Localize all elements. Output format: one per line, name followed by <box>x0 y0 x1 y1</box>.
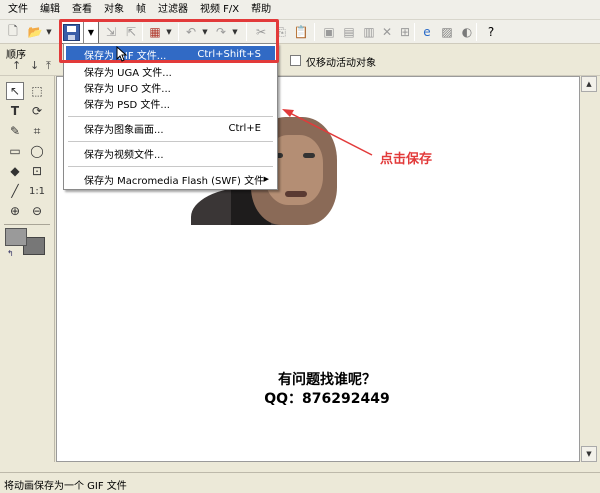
menu-divider <box>68 116 273 117</box>
color-palette-icon[interactable]: ▦ <box>146 23 164 41</box>
app-window: 文件 编辑 查看 对象 帧 过滤器 视频 F/X 帮助 🗋 📂 ▼ ⇲ ⇱ ▦ … <box>0 0 600 493</box>
vertical-scrollbar[interactable]: ▲ ▼ <box>580 76 598 462</box>
menu-object[interactable]: 对象 <box>98 1 130 19</box>
menu-divider <box>68 141 273 142</box>
menu-view[interactable]: 查看 <box>66 1 98 19</box>
menu-item-save-gif[interactable]: 保存为 GIF 文件... Ctrl+Shift+S <box>66 46 275 62</box>
menu-item-shortcut: Ctrl+E <box>228 122 262 134</box>
save-disk-icon[interactable] <box>63 24 80 41</box>
eraser-icon[interactable]: ▭ <box>6 142 24 160</box>
chevron-down-icon[interactable]: ▼ <box>200 23 210 41</box>
menu-item-save-swf[interactable]: 保存为 Macromedia Flash (SWF) 文件 ▶ <box>66 171 275 187</box>
mouse-cursor-icon <box>116 46 128 62</box>
scroll-up-icon[interactable]: ▲ <box>581 76 597 92</box>
frame-icon[interactable]: ▣ <box>320 23 338 41</box>
toolbar-divider <box>314 23 315 41</box>
menu-divider <box>68 166 273 167</box>
wizard-icon[interactable]: ◐ <box>458 23 476 41</box>
zoom-in-icon[interactable]: ⊕ <box>6 202 24 220</box>
rotate-icon[interactable]: ⟳ <box>28 102 46 120</box>
arrow-top-icon[interactable]: ⤒ <box>46 59 51 73</box>
rectangle-select-icon[interactable]: ⬚ <box>28 82 46 100</box>
menu-edit[interactable]: 编辑 <box>34 1 66 19</box>
menu-item-label: 保存为视频文件... <box>84 149 164 161</box>
redo-icon[interactable]: ↷ <box>212 23 230 41</box>
menu-item-save-psd[interactable]: 保存为 PSD 文件... <box>66 95 275 111</box>
menu-item-label: 保存为图象画面... <box>84 124 164 136</box>
resize-icon[interactable]: ⊞ <box>396 23 414 41</box>
help-icon[interactable]: ? <box>482 23 500 41</box>
arrow-down-icon[interactable]: ↓ <box>30 59 39 72</box>
frame-tool-icon[interactable]: ⊡ <box>28 162 46 180</box>
ratio-icon[interactable]: 1:1 <box>28 182 46 200</box>
save-dropdown-menu: 保存为 GIF 文件... Ctrl+Shift+S 保存为 UGA 文件...… <box>63 43 278 190</box>
cut-icon[interactable]: ✂ <box>252 23 270 41</box>
tool-palette: ↖ ⬚ T ⟳ ✎ ⌗ ▭ ◯ ◆ ⊡ ╱ 1:1 ⊕ ⊖ ↰ <box>0 76 55 462</box>
toolbar-divider <box>178 23 179 41</box>
toolbar-divider <box>414 23 415 41</box>
select-arrow-icon[interactable]: ↖ <box>6 82 24 100</box>
menu-item-label: 保存为 PSD 文件... <box>84 99 170 111</box>
arrow-up-icon[interactable]: ↑ <box>12 59 21 72</box>
palette-divider <box>4 224 50 225</box>
open-folder-icon[interactable]: 📂 <box>26 23 44 41</box>
move-active-only-label: 仅移动活动对象 <box>306 58 376 69</box>
menu-item-save-uga[interactable]: 保存为 UGA 文件... <box>66 63 275 79</box>
fill-icon[interactable]: ◆ <box>6 162 24 180</box>
lasso-icon[interactable]: ◯ <box>28 142 46 160</box>
browser-preview-icon[interactable]: e <box>418 23 436 41</box>
menu-video-fx[interactable]: 视频 F/X <box>194 1 245 19</box>
chevron-down-icon: ▼ <box>87 28 95 37</box>
copy-icon[interactable]: ⎘ <box>272 23 290 41</box>
crop-tool-icon[interactable]: ⌗ <box>28 122 46 140</box>
canvas-text-line2: QQ：876292449 <box>264 391 390 407</box>
import-icon[interactable]: ⇲ <box>102 23 120 41</box>
save-dropdown-button[interactable]: ▼ <box>83 22 98 43</box>
paste-icon[interactable]: 📋 <box>292 23 310 41</box>
menu-item-shortcut: Ctrl+Shift+S <box>197 48 261 60</box>
statusbar: 将动画保存为一个 GIF 文件 <box>0 472 600 493</box>
optimize-icon[interactable]: ▨ <box>438 23 456 41</box>
frame-edit-icon[interactable]: ▤ <box>340 23 358 41</box>
menu-item-label: 保存为 Macromedia Flash (SWF) 文件 <box>84 175 265 187</box>
pencil-icon[interactable]: ╱ <box>6 182 24 200</box>
menu-file[interactable]: 文件 <box>2 1 34 19</box>
menu-item-label: 保存为 UFO 文件... <box>84 83 171 95</box>
menu-frame[interactable]: 帧 <box>130 1 152 19</box>
status-text: 将动画保存为一个 GIF 文件 <box>4 481 127 492</box>
move-active-only-checkbox[interactable] <box>290 55 301 66</box>
new-file-icon[interactable]: 🗋 <box>4 23 22 41</box>
toolbar-divider <box>246 23 247 41</box>
export-icon[interactable]: ⇱ <box>122 23 140 41</box>
annotation-label: 点击保存 <box>380 152 433 167</box>
menu-item-save-ufo[interactable]: 保存为 UFO 文件... <box>66 79 275 95</box>
toolbar-divider <box>142 23 143 41</box>
brush-icon[interactable]: ✎ <box>6 122 24 140</box>
text-tool-icon[interactable]: T <box>6 102 24 120</box>
toolbar-divider <box>476 23 477 41</box>
chevron-down-icon[interactable]: ▼ <box>164 23 174 41</box>
chevron-down-icon[interactable]: ▼ <box>230 23 240 41</box>
crop-icon[interactable]: ✕ <box>378 23 396 41</box>
swap-colors-icon[interactable]: ↰ <box>7 249 14 258</box>
zoom-out-icon[interactable]: ⊖ <box>28 202 46 220</box>
menubar: 文件 编辑 查看 对象 帧 过滤器 视频 F/X 帮助 <box>0 0 600 20</box>
chevron-down-icon[interactable]: ▼ <box>44 23 54 41</box>
save-button-group[interactable]: ▼ <box>60 21 99 44</box>
frame-add-icon[interactable]: ▥ <box>360 23 378 41</box>
foreground-color-swatch[interactable] <box>5 228 27 246</box>
menu-item-label: 保存为 UGA 文件... <box>84 67 172 79</box>
menu-filter[interactable]: 过滤器 <box>152 1 194 19</box>
menu-item-save-image[interactable]: 保存为图象画面... Ctrl+E <box>66 120 275 136</box>
scroll-down-icon[interactable]: ▼ <box>581 446 597 462</box>
menu-help[interactable]: 帮助 <box>245 1 277 19</box>
menu-item-save-video[interactable]: 保存为视频文件... <box>66 145 275 161</box>
canvas-text-line1: 有问题找谁呢？ <box>278 372 376 388</box>
submenu-arrow-icon: ▶ <box>263 175 269 183</box>
undo-icon[interactable]: ↶ <box>182 23 200 41</box>
